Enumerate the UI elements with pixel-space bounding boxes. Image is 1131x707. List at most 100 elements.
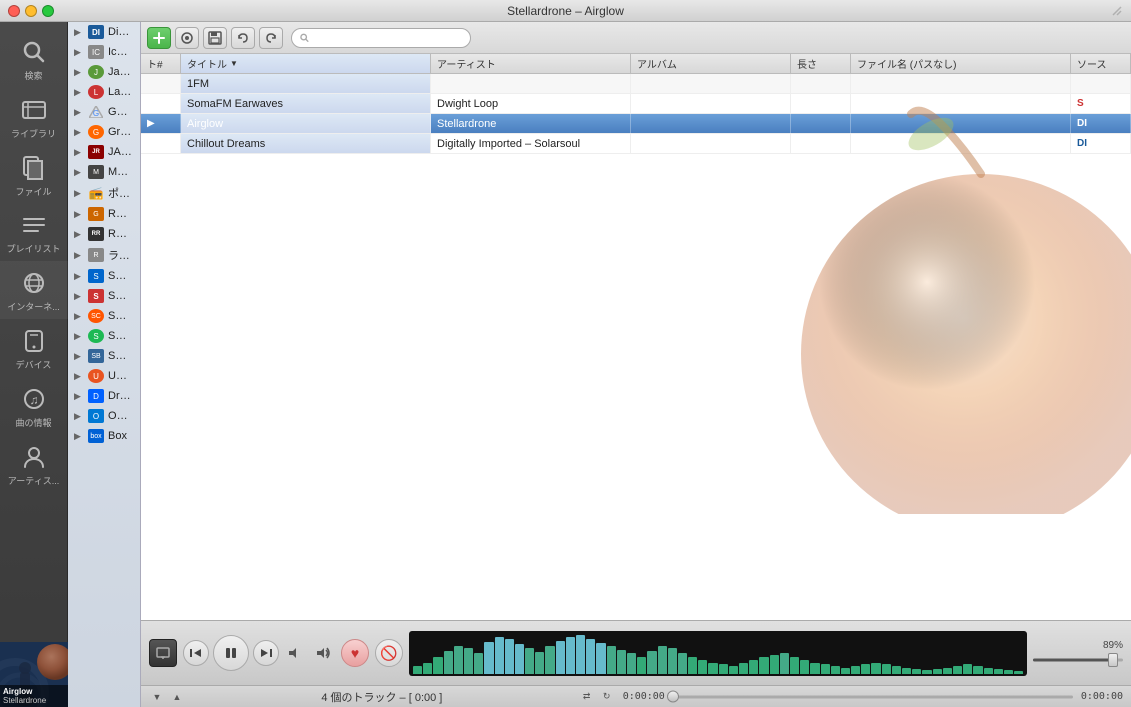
sidebar-item-playlists[interactable]: プレイリスト bbox=[0, 203, 68, 261]
total-time: 0:00:00 bbox=[1081, 691, 1123, 702]
source-item-jazzradio[interactable]: ▶ JR JAZZRADIO.com bbox=[68, 142, 140, 162]
track-title: SomaFM Earwaves bbox=[181, 94, 431, 113]
header-filename[interactable]: ファイル名 (パスなし) bbox=[851, 54, 1071, 73]
volume-thumb[interactable] bbox=[1108, 653, 1118, 667]
source-icon-magnatune: M bbox=[88, 165, 104, 179]
undo-button[interactable] bbox=[231, 27, 255, 49]
ban-button[interactable]: 🚫 bbox=[375, 639, 403, 667]
source-item-rockradio[interactable]: ▶ RR ROCKRADIO.com bbox=[68, 224, 140, 244]
source-item-soundcloud[interactable]: ▶ SC SoundCloud bbox=[68, 306, 140, 326]
source-label-magnatune: Magnatune bbox=[108, 166, 132, 178]
source-arrow: ▶ bbox=[74, 107, 84, 118]
minimize-button[interactable] bbox=[25, 5, 37, 17]
header-title[interactable]: タイトル ▼ bbox=[181, 54, 431, 73]
artists-icon bbox=[18, 441, 50, 473]
source-item-box[interactable]: ▶ box Box bbox=[68, 426, 140, 446]
window-title: Stellardrone – Airglow bbox=[507, 4, 624, 18]
sidebar-item-devices[interactable]: デバイス bbox=[0, 319, 68, 377]
sidebar-item-search[interactable]: 検索 bbox=[0, 30, 68, 88]
next-button[interactable] bbox=[253, 640, 279, 666]
source-item-lastfm[interactable]: ▶ L Last.fm bbox=[68, 82, 140, 102]
track-filename bbox=[851, 134, 1071, 153]
current-time: 0:00:00 bbox=[623, 691, 665, 702]
sidebar-item-songinfo[interactable]: ♫ 曲の情報 bbox=[0, 377, 68, 435]
source-item-podcast[interactable]: ▶ 📻 ポッドキャスト bbox=[68, 182, 140, 204]
search-icon bbox=[18, 36, 50, 68]
table-row[interactable]: Chillout Dreams Digitally Imported – Sol… bbox=[141, 134, 1131, 154]
header-duration[interactable]: 長さ bbox=[791, 54, 851, 73]
table-row[interactable]: SomaFM Earwaves Dwight Loop S bbox=[141, 94, 1131, 114]
shuffle-icon[interactable]: ⇄ bbox=[579, 689, 595, 705]
save-button[interactable] bbox=[203, 27, 227, 49]
source-label-grooveshark: Grooveshark bbox=[108, 126, 132, 138]
now-playing-artwork: Airglow Stellardrone bbox=[0, 642, 68, 707]
track-duration bbox=[791, 74, 851, 93]
repeat-icon[interactable]: ↻ bbox=[599, 689, 615, 705]
source-item-onedrive[interactable]: ▶ O OneDrive bbox=[68, 406, 140, 426]
track-artist bbox=[431, 74, 631, 93]
progress-slider[interactable] bbox=[673, 692, 1073, 702]
volume-percent: 89% bbox=[1103, 640, 1123, 651]
prev-button[interactable] bbox=[183, 640, 209, 666]
status-btn-down[interactable]: ▼ bbox=[149, 689, 165, 705]
status-btn-up[interactable]: ▲ bbox=[169, 689, 185, 705]
pause-button[interactable] bbox=[213, 635, 249, 671]
header-num[interactable]: ト# bbox=[141, 54, 181, 73]
screen-button[interactable] bbox=[149, 639, 177, 667]
sidebar-item-library[interactable]: ライブラリ bbox=[0, 88, 68, 146]
volume-up-button[interactable] bbox=[311, 641, 335, 665]
equalizer bbox=[409, 631, 1027, 676]
table-row[interactable]: 1FM bbox=[141, 74, 1131, 94]
source-icon-jamendo: J bbox=[88, 65, 104, 79]
track-artist: Dwight Loop bbox=[431, 94, 631, 113]
resize-handle[interactable] bbox=[1111, 5, 1123, 17]
source-item-magnatune[interactable]: ▶ M Magnatune bbox=[68, 162, 140, 182]
source-item-radiogfm[interactable]: ▶ G Radio GFM bbox=[68, 204, 140, 224]
add-button[interactable] bbox=[147, 27, 171, 49]
track-album bbox=[631, 74, 791, 93]
source-item-jamendo[interactable]: ▶ J Jamendo bbox=[68, 62, 140, 82]
source-item-radiojp[interactable]: ▶ R ラジオストリーム bbox=[68, 244, 140, 266]
source-item-digitally-imported[interactable]: ▶ DI Digitally Imported bbox=[68, 22, 140, 42]
maximize-button[interactable] bbox=[42, 5, 54, 17]
table-row[interactable]: ▶ Airglow Stellardrone DI bbox=[141, 114, 1131, 134]
devices-icon bbox=[18, 325, 50, 357]
progress-thumb[interactable] bbox=[667, 691, 679, 703]
source-arrow: ▶ bbox=[74, 209, 84, 220]
sidebar-item-artists[interactable]: アーティス... bbox=[0, 435, 68, 493]
search-input[interactable] bbox=[313, 32, 462, 44]
svg-text:♫: ♫ bbox=[29, 393, 38, 407]
source-item-subsonic[interactable]: ▶ SB Subsonic bbox=[68, 346, 140, 366]
status-left-controls: ▼ ▲ bbox=[149, 689, 185, 705]
source-item-ubuntuone[interactable]: ▶ U Ubuntu One bbox=[68, 366, 140, 386]
source-icon-dropbox: D bbox=[88, 389, 104, 403]
source-item-skyfm[interactable]: ▶ S SKY.fm bbox=[68, 266, 140, 286]
source-item-icecast[interactable]: ▶ IC Icecast bbox=[68, 42, 140, 62]
source-icon-podcast: 📻 bbox=[88, 186, 104, 200]
now-playing-artist: Stellardrone bbox=[3, 696, 65, 705]
redo-button[interactable] bbox=[259, 27, 283, 49]
source-item-somafm[interactable]: ▶ S SomaFM bbox=[68, 286, 140, 306]
track-duration bbox=[791, 94, 851, 113]
source-item-spotify[interactable]: ▶ S Spotify bbox=[68, 326, 140, 346]
sidebar-item-files-label: ファイル bbox=[15, 187, 51, 198]
source-icon-soundcloud: SC bbox=[88, 309, 104, 323]
volume-down-button[interactable] bbox=[283, 641, 307, 665]
source-label-soundcloud: SoundCloud bbox=[108, 310, 132, 322]
source-arrow: ▶ bbox=[74, 331, 84, 342]
source-item-googledrive[interactable]: ▶ G Google Drive bbox=[68, 102, 140, 122]
source-arrow: ▶ bbox=[74, 67, 84, 78]
source-item-dropbox[interactable]: ▶ D Dropbox bbox=[68, 386, 140, 406]
header-artist[interactable]: アーティスト bbox=[431, 54, 631, 73]
love-button[interactable]: ♥ bbox=[341, 639, 369, 667]
burn-button[interactable] bbox=[175, 27, 199, 49]
header-source[interactable]: ソース bbox=[1071, 54, 1131, 73]
sidebar-item-files[interactable]: ファイル bbox=[0, 146, 68, 204]
sidebar-item-internet[interactable]: インターネ... bbox=[0, 261, 68, 319]
source-label-icecast: Icecast bbox=[108, 46, 132, 58]
close-button[interactable] bbox=[8, 5, 20, 17]
header-album[interactable]: アルバム bbox=[631, 54, 791, 73]
sidebar-item-search-label: 検索 bbox=[24, 71, 42, 82]
volume-slider[interactable] bbox=[1033, 653, 1123, 667]
source-item-grooveshark[interactable]: ▶ G Grooveshark bbox=[68, 122, 140, 142]
